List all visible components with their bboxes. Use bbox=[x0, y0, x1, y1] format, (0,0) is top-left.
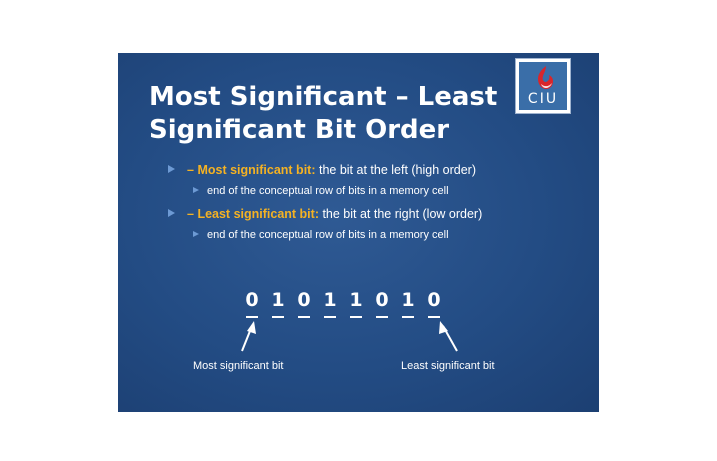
arrow-to-lsb-icon bbox=[439, 321, 458, 352]
bit-pointer-arrows bbox=[241, 321, 458, 352]
caption-most-significant-bit: Most significant bit bbox=[193, 360, 284, 372]
slide: Most Significant – Least Significant Bit… bbox=[118, 53, 599, 412]
caption-least-significant-bit: Least significant bit bbox=[401, 360, 495, 372]
arrow-to-msb-icon bbox=[241, 321, 256, 352]
